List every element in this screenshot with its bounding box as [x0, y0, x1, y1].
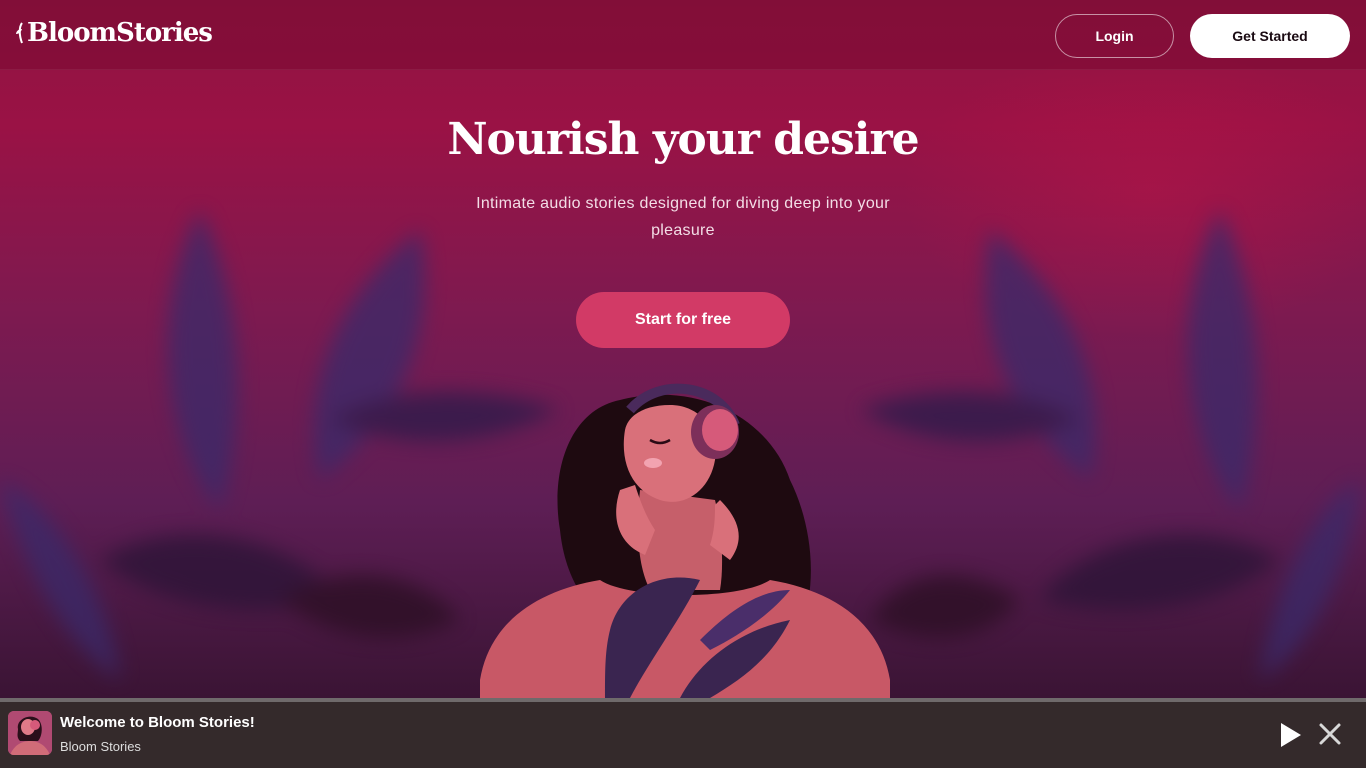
background-leaves-right	[860, 210, 1360, 680]
track-thumbnail[interactable]	[8, 711, 52, 755]
hero-title: Nourish your desire	[447, 114, 919, 165]
hero-section	[0, 0, 1366, 698]
close-icon[interactable]	[1318, 722, 1342, 746]
thumbnail-art-icon	[8, 711, 52, 755]
bloomstories-logo[interactable]: BloomStories	[16, 18, 213, 48]
audio-player-bar: Welcome to Bloom Stories! Bloom Stories	[0, 698, 1366, 768]
hero-subtitle: Intimate audio stories designed for divi…	[476, 195, 890, 239]
track-artist: Bloom Stories	[60, 739, 141, 754]
login-button[interactable]: Login	[1055, 14, 1174, 58]
track-title: Welcome to Bloom Stories!	[60, 714, 255, 731]
sprig-icon	[16, 22, 23, 44]
logo-text: BloomStories	[27, 18, 213, 48]
top-navigation-bar: BloomStories Login Get Started	[0, 0, 1366, 70]
play-icon[interactable]	[1278, 721, 1304, 749]
woman-with-headphones-illustration	[480, 383, 890, 698]
start-for-free-button[interactable]: Start for free	[576, 292, 790, 348]
get-started-button[interactable]: Get Started	[1190, 14, 1350, 58]
